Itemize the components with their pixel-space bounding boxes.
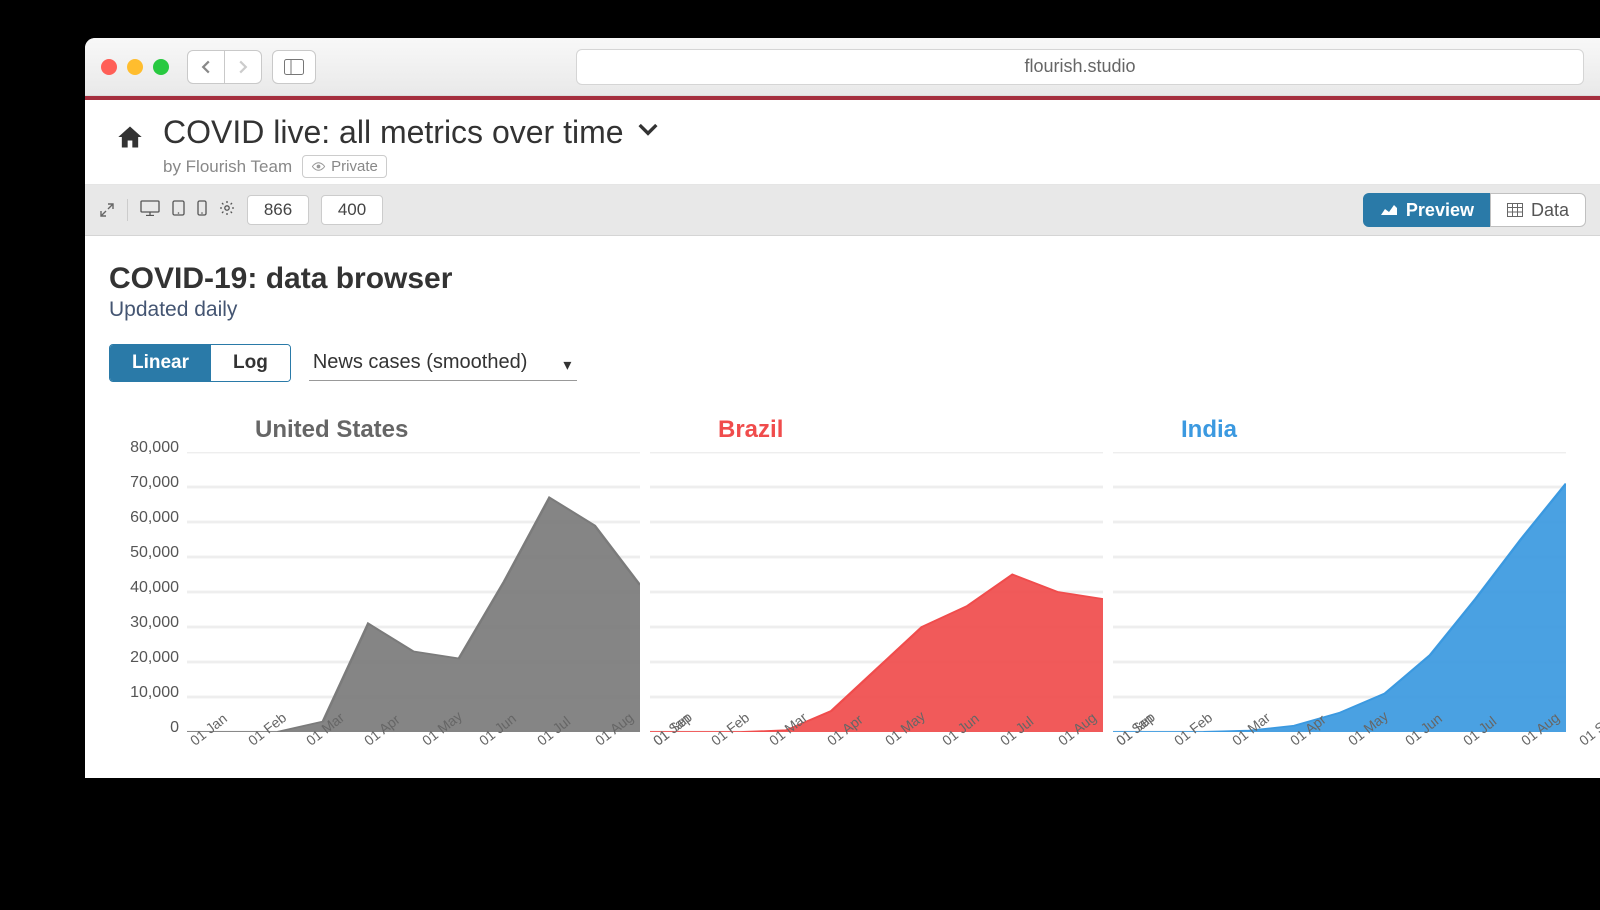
toolbar-divider: [127, 199, 128, 221]
forward-button[interactable]: [224, 50, 262, 84]
minimize-window-icon[interactable]: [127, 59, 143, 75]
tablet-icon[interactable]: [172, 200, 185, 221]
area-chart-in[interactable]: [1113, 452, 1566, 732]
metric-select[interactable]: News cases (smoothed): [309, 345, 578, 381]
chart-canvas: COVID-19: data browser Updated daily Lin…: [85, 236, 1600, 778]
mobile-icon[interactable]: [197, 200, 207, 221]
device-previews: [140, 200, 235, 221]
x-axis-labels-br: 01 Jan01 Feb01 Mar01 Apr01 May01 Jun01 J…: [650, 736, 1113, 752]
browser-chrome: flourish.studio: [85, 38, 1600, 96]
project-author: by Flourish Team: [163, 157, 292, 177]
privacy-label: Private: [331, 158, 378, 175]
settings-icon[interactable]: [219, 200, 235, 221]
charts-grid: 010,00020,00030,00040,00050,00060,00070,…: [109, 416, 1576, 752]
area-chart-br[interactable]: [650, 452, 1103, 732]
x-axis-labels-in: 01 Jan01 Feb01 Mar01 Apr01 May01 Jun01 J…: [1113, 736, 1576, 752]
browser-window: flourish.studio COVID live: all metrics …: [85, 38, 1600, 778]
table-icon: [1507, 203, 1523, 217]
series-title-br: Brazil: [718, 416, 1113, 444]
chart-panel-in: India 01 Jan01 Feb01 Mar01 Apr01 May01 J…: [1113, 416, 1576, 752]
privacy-badge[interactable]: Private: [302, 155, 387, 178]
y-axis-labels: 010,00020,00030,00040,00050,00060,00070,…: [109, 416, 187, 752]
nav-buttons: [187, 50, 262, 84]
preview-tab[interactable]: Preview: [1363, 193, 1491, 227]
back-button[interactable]: [187, 50, 225, 84]
editor-toolbar: Preview Data: [85, 185, 1600, 236]
home-button[interactable]: [105, 114, 155, 178]
scale-toggle: Linear Log: [109, 344, 291, 382]
linear-button[interactable]: Linear: [110, 345, 211, 381]
eye-icon: [311, 161, 326, 172]
chart-subtitle: Updated daily: [109, 298, 1576, 322]
data-tab[interactable]: Data: [1490, 193, 1586, 227]
close-window-icon[interactable]: [101, 59, 117, 75]
window-controls: [101, 59, 169, 75]
series-title-us: United States: [255, 416, 650, 444]
chart-panel-br: Brazil 01 Jan01 Feb01 Mar01 Apr01 May01 …: [650, 416, 1113, 752]
chart-panel-us: United States 01 Jan01 Feb01 Mar01 Apr01…: [187, 416, 650, 752]
title-dropdown-icon[interactable]: [638, 123, 658, 142]
desktop-icon[interactable]: [140, 200, 160, 221]
project-title[interactable]: COVID live: all metrics over time: [163, 114, 624, 151]
sidebar-toggle-icon[interactable]: [272, 50, 316, 84]
canvas-width-input[interactable]: [247, 195, 309, 225]
x-axis-labels-us: 01 Jan01 Feb01 Mar01 Apr01 May01 Jun01 J…: [187, 736, 650, 752]
page-header: COVID live: all metrics over time by Flo…: [85, 100, 1600, 185]
preview-tab-label: Preview: [1406, 200, 1474, 221]
fullscreen-icon[interactable]: [99, 202, 115, 218]
maximize-window-icon[interactable]: [153, 59, 169, 75]
chart-controls: Linear Log News cases (smoothed) ▾: [109, 344, 1576, 382]
data-tab-label: Data: [1531, 200, 1569, 221]
mode-tabs: Preview Data: [1363, 193, 1586, 227]
url-text: flourish.studio: [1024, 56, 1135, 77]
canvas-height-input[interactable]: [321, 195, 383, 225]
series-title-in: India: [1181, 416, 1576, 444]
metric-select-value: News cases (smoothed): [313, 351, 528, 373]
address-bar[interactable]: flourish.studio: [576, 49, 1584, 85]
chart-title: COVID-19: data browser: [109, 262, 1576, 296]
log-button[interactable]: Log: [211, 345, 290, 381]
area-chart-us[interactable]: [187, 452, 640, 732]
chart-area-icon: [1380, 203, 1398, 217]
